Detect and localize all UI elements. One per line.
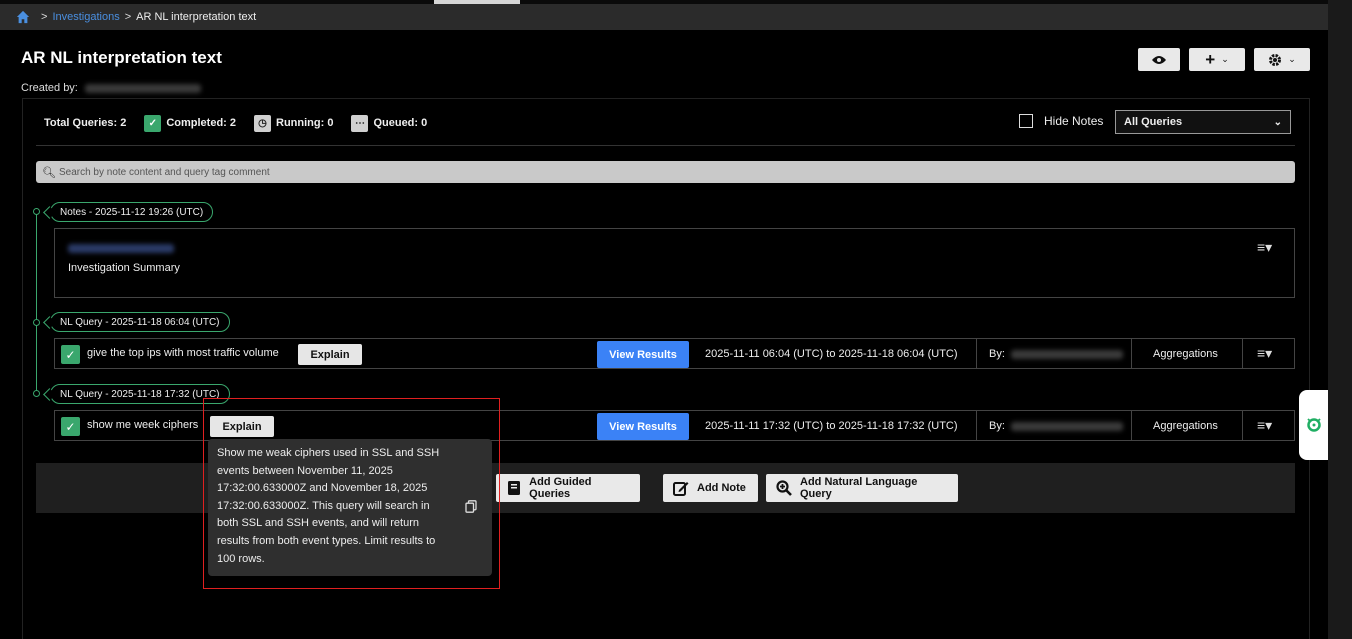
chevron-down-icon: ⌄	[1221, 54, 1229, 64]
gear-icon	[1269, 53, 1282, 66]
add-menu-button[interactable]: + ⌄	[1189, 48, 1245, 71]
created-by-label: Created by:	[21, 82, 78, 94]
hide-notes-toggle[interactable]: Hide Notes	[1019, 114, 1103, 128]
running-clock-icon: ◷	[254, 114, 272, 132]
query-time-range: 2025-11-11 17:32 (UTC) to 2025-11-18 17:…	[705, 420, 958, 432]
eye-icon	[1152, 55, 1166, 64]
query-type: Aggregations	[1153, 348, 1218, 360]
search-input[interactable]: 🔍︎ Search by note content and query tag …	[36, 161, 1295, 183]
add-guided-queries-label: Add Guided Queries	[529, 476, 592, 500]
queued-count: Queued: 0	[373, 117, 428, 129]
query-row: ✓ show me week ciphers Explain View Resu…	[54, 410, 1295, 441]
query-filter-select[interactable]: All Queries ⌄	[1115, 110, 1291, 134]
timeline-line	[36, 208, 37, 396]
timeline-dot	[33, 208, 40, 215]
view-button[interactable]	[1138, 48, 1180, 71]
query-type: Aggregations	[1153, 420, 1218, 432]
query-time-range: 2025-11-11 06:04 (UTC) to 2025-11-18 06:…	[705, 348, 958, 360]
breadcrumb-investigations-link[interactable]: Investigations	[52, 11, 119, 23]
add-natural-language-query-label: Add Natural Language Query	[800, 476, 918, 500]
divider	[36, 145, 1295, 146]
query-by: By:	[989, 348, 1123, 360]
edit-icon	[673, 480, 689, 496]
redacted-user	[1010, 421, 1123, 431]
timeline-dot	[33, 390, 40, 397]
divider	[1242, 339, 1243, 368]
timeline-tag-notes: Notes - 2025-11-12 19:26 (UTC)	[50, 202, 214, 222]
total-queries: Total Queries: 2	[44, 117, 127, 129]
redacted-user	[1010, 349, 1123, 359]
timeline-tag-query-1: NL Query - 2025-11-18 06:04 (UTC)	[50, 312, 230, 332]
page-title: AR NL interpretation text	[21, 48, 222, 67]
right-edge-strip	[1328, 0, 1352, 639]
divider	[1242, 411, 1243, 440]
chevron-down-icon: ⌄	[1288, 54, 1296, 64]
breadcrumb-separator: >	[124, 11, 132, 23]
redacted-note-author	[68, 244, 174, 253]
query-by-label: By:	[989, 348, 1005, 360]
timeline-tag-query-2: NL Query - 2025-11-18 17:32 (UTC)	[50, 384, 230, 404]
note-summary: Investigation Summary	[68, 262, 180, 274]
breadcrumb-separator: >	[41, 11, 48, 23]
query-filter-value: All Queries	[1124, 116, 1183, 128]
query-row: ✓ give the top ips with most traffic vol…	[54, 338, 1295, 369]
add-guided-queries-button[interactable]: Add Guided Queries	[496, 474, 640, 502]
completed-count: Completed: 2	[166, 117, 237, 129]
assistant-logo-icon	[1306, 418, 1321, 432]
side-assistant-widget[interactable]	[1299, 390, 1328, 460]
add-note-label: Add Note	[697, 482, 746, 494]
add-natural-language-query-button[interactable]: Add Natural Language Query	[766, 474, 958, 502]
query-menu-icon[interactable]: ≡▾	[1257, 417, 1272, 434]
book-icon	[506, 480, 521, 496]
zoom-in-icon	[776, 480, 792, 496]
explain-button[interactable]: Explain	[298, 344, 362, 365]
add-note-button[interactable]: Add Note	[663, 474, 758, 502]
breadcrumb-current: AR NL interpretation text	[136, 11, 257, 23]
search-placeholder: Search by note content and query tag com…	[58, 166, 270, 178]
divider	[976, 339, 977, 368]
search-icon: 🔍︎	[42, 166, 56, 179]
explain-tooltip: Show me weak ciphers used in SSL and SSH…	[208, 439, 492, 576]
view-results-button[interactable]: View Results	[597, 341, 689, 368]
chevron-down-icon: ⌄	[1273, 116, 1282, 128]
note-card: Investigation Summary ≡▾	[54, 228, 1295, 298]
running-count: Running: 0	[276, 117, 334, 129]
redacted-author	[84, 83, 201, 93]
breadcrumb: > Investigations > AR NL interpretation …	[0, 4, 1328, 30]
timeline-dot	[33, 319, 40, 326]
query-text: give the top ips with most traffic volum…	[87, 347, 279, 359]
explain-button[interactable]: Explain	[210, 416, 274, 437]
note-menu-icon[interactable]: ≡▾	[1257, 239, 1272, 256]
queued-ellipsis-icon: ⋯	[351, 114, 369, 132]
query-by: By:	[989, 420, 1123, 432]
hide-notes-checkbox[interactable]	[1019, 114, 1033, 128]
query-stats: Total Queries: 2 ✓ Completed: 2 ◷ Runnin…	[44, 114, 427, 132]
divider	[1131, 411, 1132, 440]
query-menu-icon[interactable]: ≡▾	[1257, 345, 1272, 362]
settings-menu-button[interactable]: ⌄	[1254, 48, 1310, 71]
hide-notes-label: Hide Notes	[1044, 114, 1104, 128]
completed-check-icon: ✓	[61, 345, 80, 364]
home-icon[interactable]	[16, 10, 30, 24]
query-text: show me week ciphers	[87, 419, 199, 431]
copy-icon[interactable]	[465, 500, 477, 513]
completed-check-icon: ✓	[61, 417, 80, 436]
divider	[976, 411, 977, 440]
explain-tooltip-text: Show me weak ciphers used in SSL and SSH…	[217, 447, 440, 565]
plus-icon: +	[1205, 49, 1216, 69]
created-by: Created by:	[21, 82, 201, 94]
completed-check-icon: ✓	[144, 114, 162, 132]
divider	[1131, 339, 1132, 368]
view-results-button[interactable]: View Results	[597, 413, 689, 440]
query-by-label: By:	[989, 420, 1005, 432]
